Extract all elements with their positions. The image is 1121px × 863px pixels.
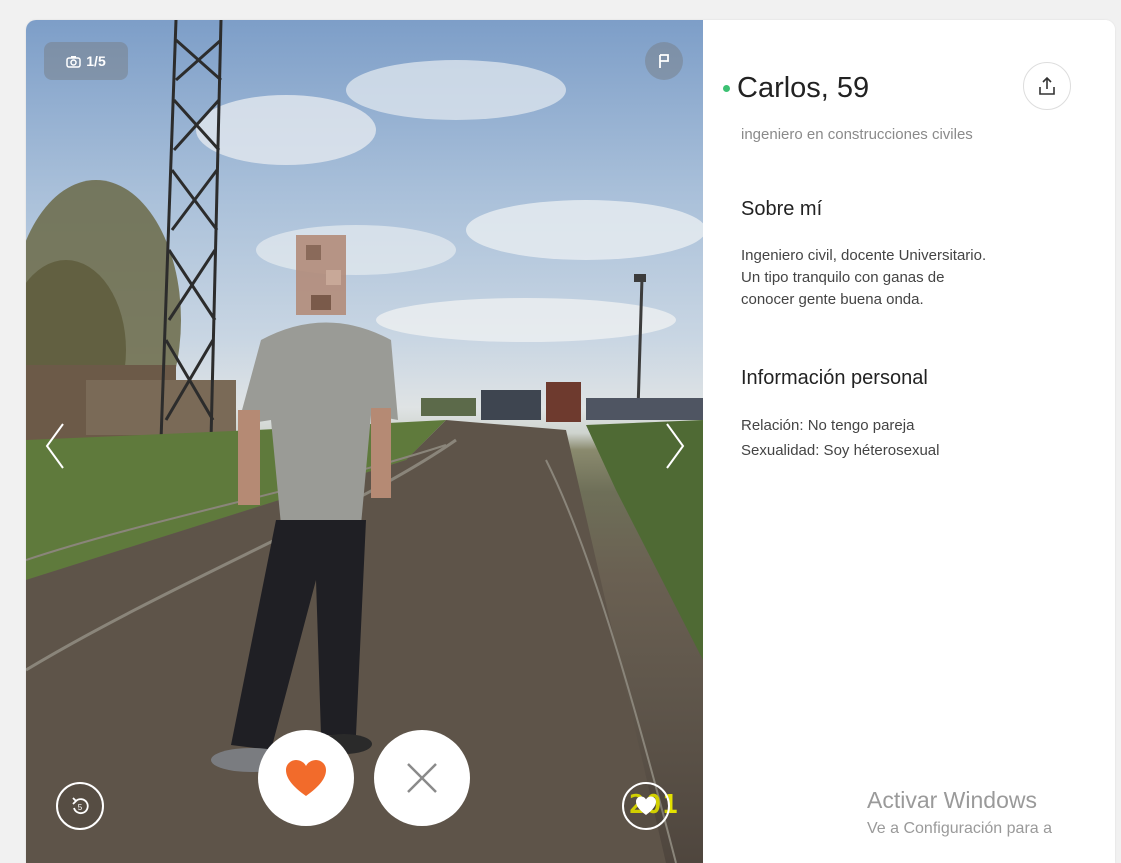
share-icon bbox=[1039, 76, 1055, 95]
superlike-button[interactable] bbox=[622, 782, 670, 830]
heart-outline-icon bbox=[636, 796, 656, 815]
profile-photo[interactable]: 1/5 5 bbox=[26, 20, 703, 863]
info-relationship: Relación: No tengo pareja bbox=[741, 417, 915, 434]
svg-text:5: 5 bbox=[78, 803, 83, 812]
report-button[interactable] bbox=[645, 42, 683, 80]
about-text: Ingeniero civil, docente Universitario. … bbox=[741, 247, 987, 308]
photo-counter-text: 1/5 bbox=[86, 53, 106, 69]
undo-button[interactable]: 5 bbox=[56, 782, 104, 830]
flag-icon bbox=[659, 54, 669, 68]
name-row: Carlos, 59 bbox=[723, 72, 869, 105]
info-sexuality: Sexualidad: Soy héterosexual bbox=[741, 442, 940, 459]
photo-counter: 1/5 bbox=[44, 42, 128, 80]
photo-scene bbox=[26, 20, 703, 863]
close-icon bbox=[407, 763, 437, 793]
share-button[interactable] bbox=[1023, 62, 1071, 110]
about-heading: Sobre mí bbox=[741, 198, 823, 220]
undo-icon: 5 bbox=[72, 797, 89, 815]
chevron-left-icon bbox=[45, 423, 64, 469]
chevron-right-icon bbox=[666, 423, 685, 469]
personal-info-list: Relación: No tengo pareja Sexualidad: So… bbox=[741, 413, 939, 463]
profile-name: Carlos, 59 bbox=[737, 72, 870, 104]
like-button[interactable] bbox=[258, 730, 354, 826]
windows-activation-title: Activar Windows bbox=[867, 787, 1037, 813]
windows-activation-subtitle: Ve a Configuración para a bbox=[867, 820, 1053, 837]
previous-photo-button[interactable] bbox=[40, 422, 70, 470]
camera-icon bbox=[66, 55, 82, 68]
profile-occupation: ingeniero en construcciones civiles bbox=[741, 126, 973, 143]
profile-card: 1/5 5 Carlos, 59 ingeniero en construcci… bbox=[26, 20, 1115, 863]
next-photo-button[interactable] bbox=[660, 422, 690, 470]
profile-details: Carlos, 59 ingeniero en construcciones c… bbox=[703, 20, 1115, 863]
online-status-dot bbox=[723, 85, 730, 92]
dislike-button[interactable] bbox=[374, 730, 470, 826]
heart-icon bbox=[286, 760, 326, 796]
personal-info-heading: Información personal bbox=[741, 367, 928, 389]
